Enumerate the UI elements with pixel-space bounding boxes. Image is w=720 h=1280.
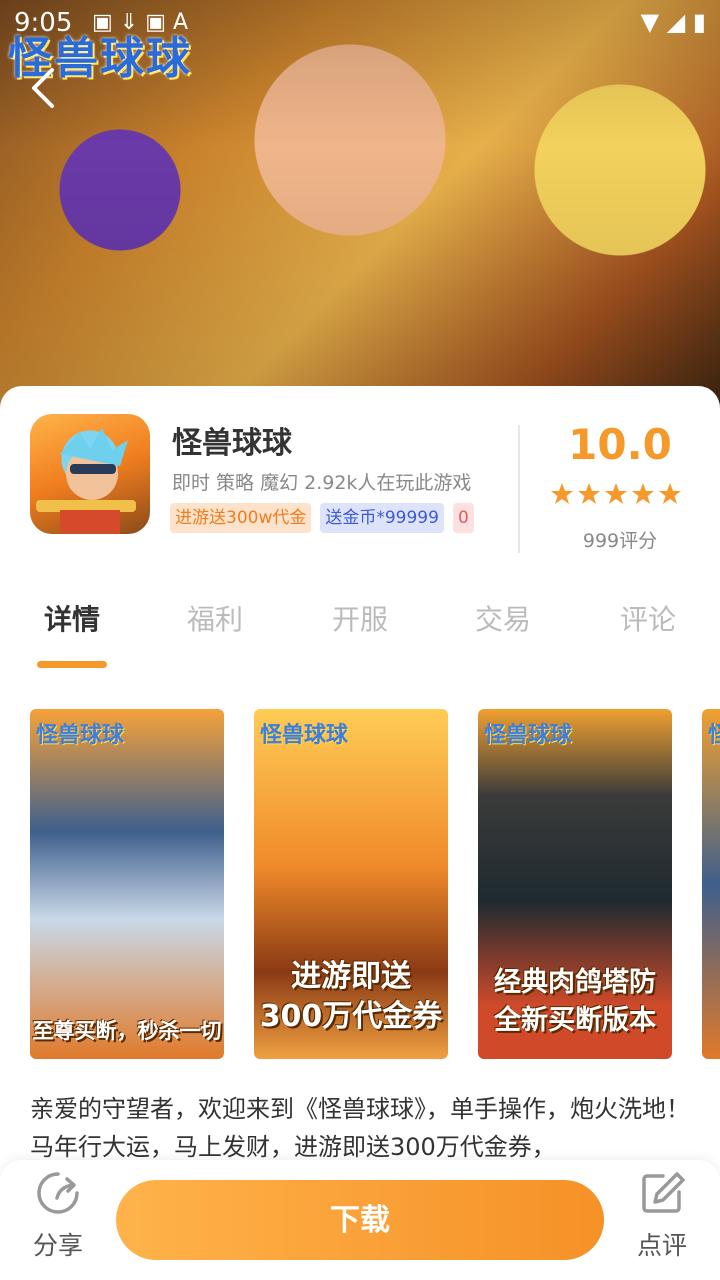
tag-coins: 送金币*99999 (320, 503, 444, 533)
screenshot-caption: 至尊买断，秒杀一切 (32, 1019, 222, 1043)
hero-banner: 怪兽球球 (0, 0, 720, 420)
screenshot-title: 怪 (708, 723, 720, 748)
app-icon (30, 414, 150, 534)
share-icon (37, 1172, 79, 1214)
download-button[interactable]: 下载 (116, 1180, 604, 1260)
screenshot-caption-line2: 300万代金券 (259, 999, 443, 1034)
star-icon (632, 483, 654, 504)
status-bar: 9:05 ▣ ⇓ ▣ A ▼ ◢ ▮ (0, 0, 720, 48)
tab-trade[interactable]: 交易 (453, 598, 553, 638)
screenshot-4[interactable]: 怪 (702, 709, 720, 1059)
review-label: 点评 (636, 1231, 687, 1260)
status-system-icons: ▼ ◢ ▮ (640, 8, 706, 36)
tag-voucher: 进游送300w代金 (170, 503, 312, 533)
tab-bar: 详情 福利 开服 交易 评论 (0, 598, 720, 648)
screenshot-1[interactable]: 怪兽球球 至尊买断，秒杀一切 (30, 709, 224, 1059)
tab-indicator (37, 661, 107, 668)
screenshot-caption-line2: 全新买断版本 (494, 1005, 656, 1036)
tab-server[interactable]: 开服 (310, 598, 410, 638)
star-icon (551, 483, 573, 504)
tab-welfare[interactable]: 福利 (165, 598, 265, 638)
star-icon (605, 483, 627, 504)
share-button[interactable]: 分享 (20, 1170, 96, 1262)
screenshot-title: 怪兽球球 (484, 723, 573, 748)
review-button[interactable]: 点评 (624, 1170, 700, 1262)
screenshot-title: 怪兽球球 (36, 723, 125, 748)
star-icon (659, 483, 681, 504)
rating-stars (550, 482, 682, 506)
rating-count: 999评分 (582, 530, 658, 552)
screenshot-title: 怪兽球球 (260, 723, 349, 748)
screenshot-caption-line1: 经典肉鸽塔防 (494, 967, 656, 998)
tag-discount: 0 (452, 503, 474, 533)
screenshot-carousel[interactable]: 怪兽球球 至尊买断，秒杀一切 怪兽球球 进游即送 300万代金券 怪兽球球 经典… (30, 709, 720, 1059)
app-name: 怪兽球球 (172, 426, 292, 461)
rating-score: 10.0 (568, 420, 672, 469)
tab-details[interactable]: 详情 (22, 598, 122, 638)
tab-comments[interactable]: 评论 (598, 598, 698, 638)
screenshot-3[interactable]: 怪兽球球 经典肉鸽塔防 全新买断版本 (478, 709, 672, 1059)
share-label: 分享 (32, 1231, 83, 1260)
star-icon (578, 483, 600, 504)
back-button[interactable] (24, 64, 64, 112)
game-description: 亲爱的守望者，欢迎来到《怪兽球球》，单手操作，炮火洗地！马年行大运，马上发财，进… (30, 1095, 690, 1161)
app-meta: 即时 策略 魔幻 2.92k人在玩此游戏 (172, 472, 472, 494)
edit-icon (642, 1172, 685, 1213)
screenshot-2[interactable]: 怪兽球球 进游即送 300万代金券 (254, 709, 448, 1059)
chevron-left-icon (32, 68, 54, 108)
status-time: 9:05 (14, 8, 73, 38)
app-tags: 进游送300w代金 送金币*99999 0 (170, 503, 474, 533)
screenshot-caption-line1: 进游即送 (291, 959, 411, 994)
app-icon-art (36, 428, 136, 534)
status-notification-icons: ▣ ⇓ ▣ A (92, 10, 189, 35)
